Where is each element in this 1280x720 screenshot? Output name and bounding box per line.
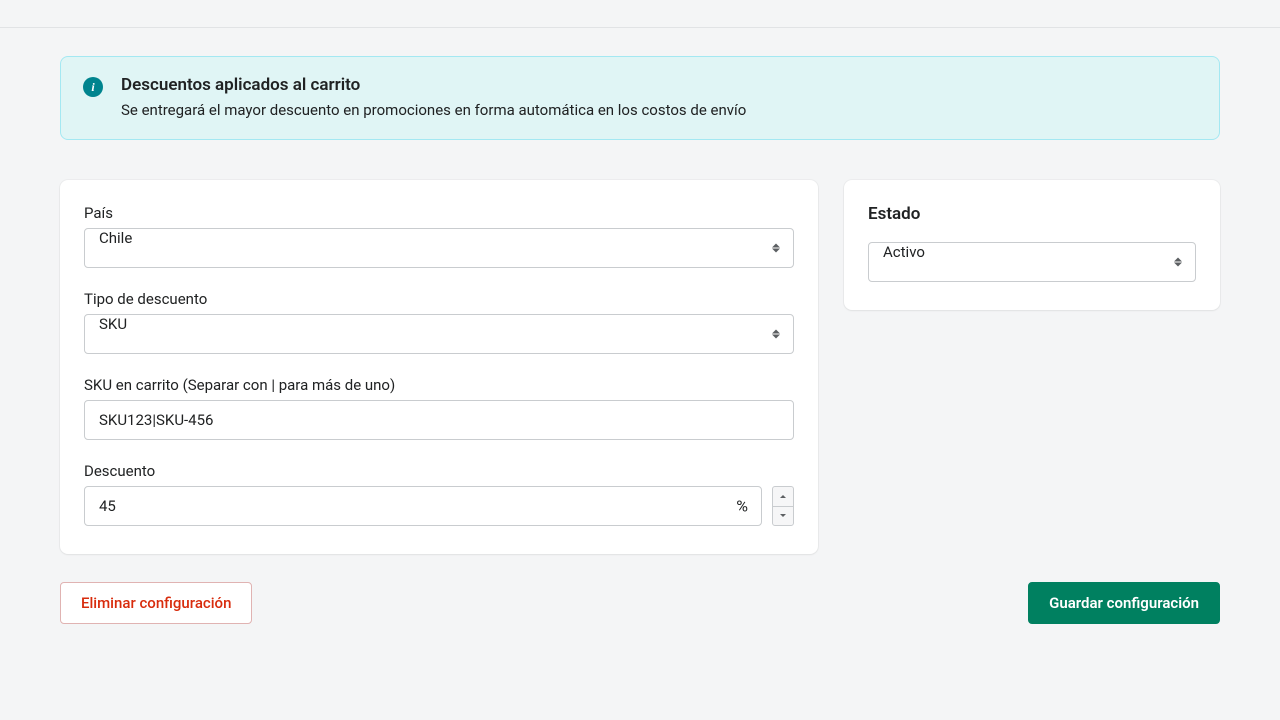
discount-type-select-wrap: SKU [84, 314, 794, 354]
country-select[interactable]: Chile [84, 228, 794, 268]
sku-input-wrap [84, 400, 794, 440]
step-down-button[interactable] [772, 506, 794, 527]
status-card: Estado Activo [844, 180, 1220, 310]
country-select-wrap: Chile [84, 228, 794, 268]
page-container: i Descuentos aplicados al carrito Se ent… [60, 28, 1220, 654]
discount-group: Descuento % [84, 462, 794, 526]
chevron-up-icon [780, 495, 786, 498]
discount-type-label: Tipo de descuento [84, 290, 794, 308]
discount-input-wrap: % [84, 486, 762, 526]
sku-group: SKU en carrito (Separar con | para más d… [84, 376, 794, 440]
step-up-button[interactable] [772, 486, 794, 506]
delete-button[interactable]: Eliminar configuración [60, 582, 252, 624]
sku-input[interactable] [84, 400, 794, 440]
info-title: Descuentos aplicados al carrito [121, 75, 746, 95]
save-button[interactable]: Guardar configuración [1028, 582, 1220, 624]
discount-row: % [84, 486, 794, 526]
discount-label: Descuento [84, 462, 794, 480]
footer-actions: Eliminar configuración Guardar configura… [60, 582, 1220, 624]
layout: País Chile Tipo de descuento SKU SKU en … [60, 180, 1220, 554]
info-content: Descuentos aplicados al carrito Se entre… [121, 75, 746, 119]
status-select-wrap: Activo [868, 242, 1196, 282]
status-title: Estado [868, 204, 1196, 224]
country-label: País [84, 204, 794, 222]
side-column: Estado Activo [844, 180, 1220, 310]
top-bar [0, 0, 1280, 28]
info-banner: i Descuentos aplicados al carrito Se ent… [60, 56, 1220, 140]
sku-label: SKU en carrito (Separar con | para más d… [84, 376, 794, 394]
chevron-down-icon [780, 514, 786, 517]
discount-stepper [772, 486, 794, 526]
discount-input[interactable] [84, 486, 762, 526]
discount-type-group: Tipo de descuento SKU [84, 290, 794, 354]
discount-type-select[interactable]: SKU [84, 314, 794, 354]
info-icon: i [83, 77, 103, 97]
config-card: País Chile Tipo de descuento SKU SKU en … [60, 180, 818, 554]
status-select[interactable]: Activo [868, 242, 1196, 282]
info-description: Se entregará el mayor descuento en promo… [121, 101, 746, 119]
main-column: País Chile Tipo de descuento SKU SKU en … [60, 180, 818, 554]
country-group: País Chile [84, 204, 794, 268]
